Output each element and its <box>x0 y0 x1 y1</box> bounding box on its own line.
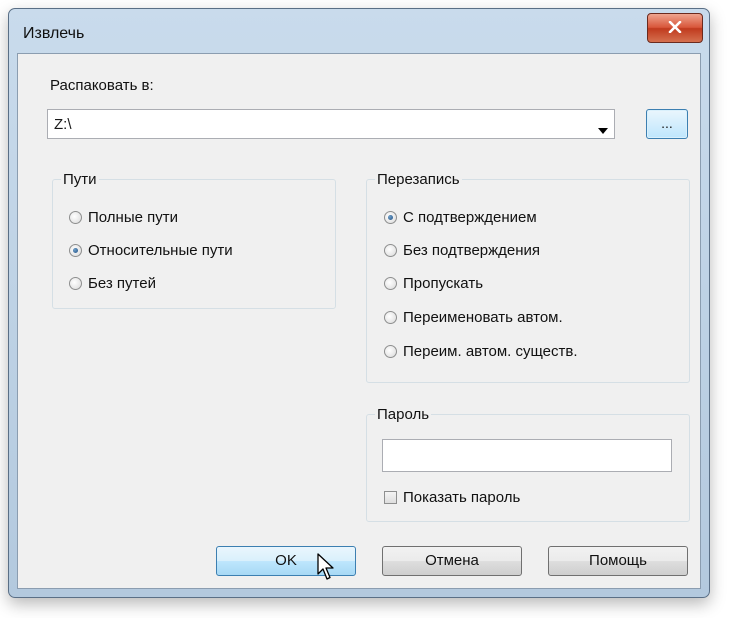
radio-button-icon[interactable] <box>384 310 397 324</box>
radio-button-selected-icon[interactable] <box>384 210 397 224</box>
radio-label: Переим. автом. существ. <box>403 342 578 360</box>
dialog-body: Распаковать в: Z:\ ... Пути Полные пути … <box>17 53 701 589</box>
radio-with-confirmation[interactable]: С подтверждением <box>384 206 537 228</box>
window-title: Извлечь <box>23 25 85 42</box>
radio-button-icon[interactable] <box>384 243 397 257</box>
password-group-legend: Пароль <box>377 406 430 423</box>
radio-relative-paths[interactable]: Относительные пути <box>69 239 233 261</box>
close-icon <box>668 20 682 37</box>
ok-button[interactable]: OK <box>216 546 356 576</box>
radio-without-confirmation[interactable]: Без подтверждения <box>384 239 540 261</box>
radio-no-paths[interactable]: Без путей <box>69 272 156 294</box>
extract-path-combobox[interactable]: Z:\ <box>47 109 615 139</box>
radio-button-icon[interactable] <box>69 210 82 224</box>
show-password-checkbox[interactable]: Показать пароль <box>384 486 520 508</box>
show-password-label: Показать пароль <box>403 488 521 506</box>
radio-label: Относительные пути <box>88 241 233 259</box>
radio-auto-rename[interactable]: Переименовать автом. <box>384 306 563 328</box>
radio-button-icon[interactable] <box>384 344 397 358</box>
title-bar[interactable]: Извлечь <box>9 9 709 51</box>
cancel-button[interactable]: Отмена <box>382 546 522 576</box>
radio-auto-rename-existing[interactable]: Переим. автом. существ. <box>384 340 578 362</box>
paths-group-legend: Пути <box>63 171 97 188</box>
extract-dialog: Извлечь Распаковать в: Z:\ ... Пути Полн… <box>8 8 710 598</box>
browse-button[interactable]: ... <box>646 109 688 139</box>
help-button[interactable]: Помощь <box>548 546 688 576</box>
radio-skip[interactable]: Пропускать <box>384 272 483 294</box>
password-input[interactable] <box>382 439 672 472</box>
close-button[interactable] <box>647 13 703 43</box>
radio-label: Пропускать <box>403 274 484 292</box>
extract-path-value: Z:\ <box>54 116 72 133</box>
radio-label: Полные пути <box>88 208 178 226</box>
checkbox-icon[interactable] <box>384 490 397 504</box>
radio-label: Без путей <box>88 274 156 292</box>
mouse-cursor-icon <box>317 553 335 585</box>
radio-button-icon[interactable] <box>69 276 82 290</box>
overwrite-group-legend: Перезапись <box>377 171 460 188</box>
dropdown-arrow-icon[interactable] <box>598 121 608 138</box>
radio-label: Без подтверждения <box>403 241 541 259</box>
radio-label: Переименовать автом. <box>403 308 563 326</box>
radio-full-paths[interactable]: Полные пути <box>69 206 178 228</box>
radio-button-selected-icon[interactable] <box>69 243 82 257</box>
extract-to-label: Распаковать в: <box>50 77 154 94</box>
radio-label: С подтверждением <box>403 208 537 226</box>
radio-button-icon[interactable] <box>384 276 397 290</box>
